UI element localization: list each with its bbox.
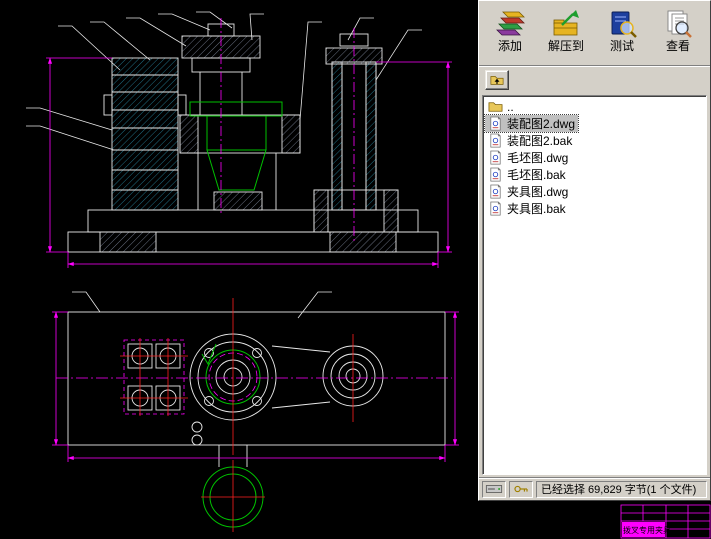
view-icon: [662, 7, 694, 39]
centerlines-red: [120, 298, 354, 532]
add-button[interactable]: 添加: [482, 4, 538, 62]
file-name: 装配图2.bak: [507, 134, 573, 148]
file-name: ..: [507, 99, 514, 114]
test-button[interactable]: 测试: [594, 4, 650, 62]
extract-button[interactable]: 解压到: [538, 4, 594, 62]
dwg-file-icon: [488, 201, 503, 216]
dwg-file-icon: [488, 133, 503, 148]
folder-up-icon: [488, 99, 503, 114]
file-name: 毛坯图.dwg: [507, 151, 569, 165]
list-item-file[interactable]: 夹具图.dwg: [485, 183, 571, 200]
test-icon: [606, 7, 638, 39]
list-item-file[interactable]: 装配图2.dwg: [483, 114, 580, 133]
front-view: [67, 23, 439, 253]
file-list: .. 装配图2.dwg 装配图2.bak 毛坯图.dwg 毛坯图.bak 夹具图…: [482, 95, 707, 475]
up-folder-icon: [490, 76, 504, 85]
status-text: 已经选择 69,829 字节(1 个文件): [536, 480, 707, 498]
add-books-icon: [494, 7, 526, 39]
view-button-label: 查看: [665, 39, 690, 53]
status-bar: 已经选择 69,829 字节(1 个文件): [479, 477, 710, 500]
list-item-file[interactable]: 毛坯图.dwg: [485, 149, 571, 166]
archive-toolbar: 添加 解压到 测试 查看: [479, 1, 710, 65]
extract-button-label: 解压到: [547, 39, 584, 53]
list-item-file[interactable]: 毛坯图.bak: [485, 166, 569, 183]
title-block: 拨叉专用夹具: [620, 504, 711, 539]
list-item-updir[interactable]: ..: [485, 98, 517, 115]
file-name: 夹具图.dwg: [507, 185, 569, 199]
up-folder-button[interactable]: [485, 70, 509, 90]
archive-drive-icon: [482, 480, 506, 498]
dwg-file-icon: [488, 150, 503, 165]
screen: 拨叉专用夹具 添加 解压到 测试 查看 .. 装配图2.dwg 装配图2.bak…: [0, 0, 711, 539]
dwg-file-icon: [488, 116, 503, 131]
workpiece-green: [189, 101, 283, 528]
dwg-file-icon: [488, 184, 503, 199]
test-button-label: 测试: [609, 39, 634, 53]
key-icon: [509, 480, 533, 498]
extract-icon: [550, 7, 582, 39]
list-item-file[interactable]: 装配图2.bak: [485, 132, 575, 149]
view-button[interactable]: 查看: [650, 4, 706, 62]
list-item-file[interactable]: 夹具图.bak: [485, 200, 569, 217]
file-name: 毛坯图.bak: [507, 168, 566, 182]
title-block-title: 拨叉专用夹具: [623, 525, 671, 535]
file-name: 夹具图.bak: [507, 202, 566, 216]
nav-row: [479, 65, 710, 93]
file-name: 装配图2.dwg: [507, 117, 576, 131]
add-button-label: 添加: [497, 39, 522, 53]
dwg-file-icon: [488, 167, 503, 182]
archive-panel: 添加 解压到 测试 查看 .. 装配图2.dwg 装配图2.bak 毛坯图.dw…: [478, 0, 711, 501]
